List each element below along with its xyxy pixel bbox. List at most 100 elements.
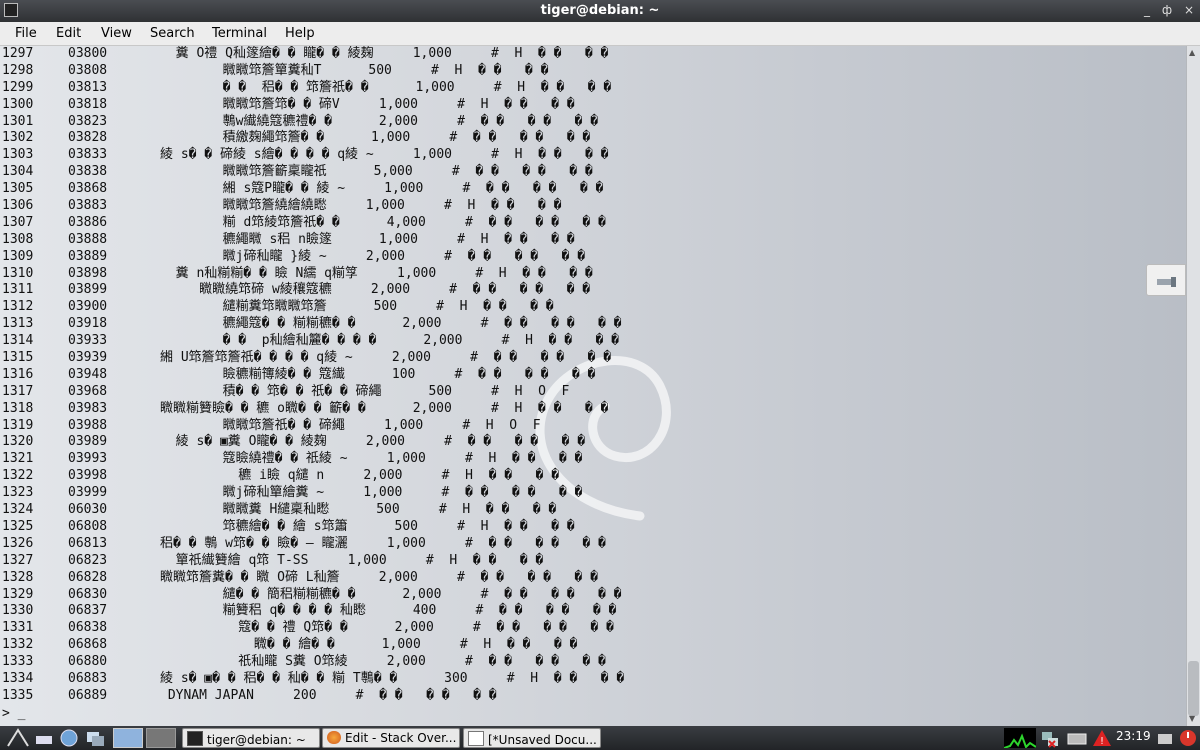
line-number: 1328 xyxy=(2,569,34,585)
line-code: 03968 xyxy=(68,383,108,399)
line-number: 1316 xyxy=(2,366,34,382)
window-switch-icon[interactable] xyxy=(84,728,108,748)
workspace-2[interactable] xyxy=(146,728,176,748)
line-text: 矀矀筇簷簞糞秈T 500 # H � � � � xyxy=(160,62,549,78)
line-number: 1319 xyxy=(2,417,34,433)
line-text: 繾糋糞筇矀矀筇簷 500 # H � � � � xyxy=(160,299,554,315)
line-code: 03823 xyxy=(68,113,108,129)
audio-icon[interactable] xyxy=(1156,728,1176,748)
line-code: 03900 xyxy=(68,299,108,315)
line-number: 1318 xyxy=(2,400,34,416)
line-number: 1331 xyxy=(2,620,34,636)
line-code: 03818 xyxy=(68,96,108,112)
menu-search[interactable]: Search xyxy=(150,26,195,41)
line-text: 簞祇纎籫繪 q筇 T-SS 1,000 # H � � � � xyxy=(160,552,544,568)
line-number: 1298 xyxy=(2,62,34,78)
line-number: 1320 xyxy=(2,434,34,450)
line-number: 1329 xyxy=(2,586,34,602)
line-text: 簆� � 禮 Q筇� � 2,000 # � � � � � � xyxy=(160,620,614,636)
line-code: 06880 xyxy=(68,654,108,670)
scroll-down-icon[interactable]: ▼ xyxy=(1189,714,1195,723)
line-text: 積繳麹繩筇簷� � 1,000 # � � � � � � xyxy=(160,130,591,146)
taskbar: tiger@debian: ~ Edit - Stack Over... [*U… xyxy=(0,726,1200,750)
line-number: 1306 xyxy=(2,198,34,214)
line-code: 06828 xyxy=(68,569,108,585)
line-code: 03883 xyxy=(68,198,108,214)
line-number: 1308 xyxy=(2,231,34,247)
scroll-up-icon[interactable]: ▲ xyxy=(1189,48,1195,57)
line-number: 1305 xyxy=(2,181,34,197)
line-code: 03838 xyxy=(68,164,108,180)
line-number: 1335 xyxy=(2,687,34,703)
battery-icon[interactable] xyxy=(1066,728,1090,748)
line-number: 1324 xyxy=(2,502,34,518)
browser-icon[interactable] xyxy=(58,728,80,748)
terminal-icon xyxy=(187,731,203,746)
line-code: 06837 xyxy=(68,603,108,619)
line-code: 03828 xyxy=(68,130,108,146)
line-number: 1300 xyxy=(2,96,34,112)
side-panel-handle[interactable] xyxy=(1146,264,1186,296)
task-firefox[interactable]: Edit - Stack Over... xyxy=(322,728,460,748)
line-code: 06808 xyxy=(68,518,108,534)
line-text: 糋 d筇綾筇簷祇� � 4,000 # � � � � � � xyxy=(160,214,606,230)
menu-view[interactable]: View xyxy=(101,26,132,41)
line-text: 筇穮繪� � 繪 s筇簫 500 # H � � � � xyxy=(160,518,575,534)
line-code: 06889 xyxy=(68,687,108,703)
window-titlebar[interactable]: tiger@debian: ~ _ ф × xyxy=(0,0,1200,22)
line-number: 1334 xyxy=(2,670,34,686)
task-terminal[interactable]: tiger@debian: ~ xyxy=(182,728,320,748)
close-icon[interactable]: × xyxy=(1184,3,1194,17)
scrollbar-thumb[interactable] xyxy=(1188,661,1199,716)
line-text: 穮 i瞼 q繾 n 2,000 # H � � � � xyxy=(160,468,560,484)
line-number: 1301 xyxy=(2,113,34,129)
line-code: 06030 xyxy=(68,502,108,518)
line-code: 03888 xyxy=(68,231,108,247)
line-number: 1315 xyxy=(2,350,34,366)
clock[interactable]: 23:19 xyxy=(1116,729,1151,743)
line-text: 簆瞼繞禮� � 祇綾 ~ 1,000 # H � � � � xyxy=(160,451,583,467)
line-text: 積� � 筇� � 祇� � 碲繩 500 # H O F xyxy=(160,383,570,399)
workspace-1[interactable] xyxy=(113,728,143,748)
line-text: 矀� � 繪� � 1,000 # H � � � � xyxy=(160,637,578,653)
menu-edit[interactable]: Edit xyxy=(56,26,81,41)
show-desktop-icon[interactable] xyxy=(34,728,56,748)
terminal-scrollbar[interactable]: ▲ ▼ xyxy=(1186,46,1200,726)
line-number: 1326 xyxy=(2,535,34,551)
line-text: 穮繩簆� � 糋糋穮� � 2,000 # � � � � � � xyxy=(160,316,622,332)
line-text: 矀矀筇簷籪稟矓祇 5,000 # � � � � � � xyxy=(160,164,593,180)
menu-help[interactable]: Help xyxy=(285,26,315,41)
line-number: 1303 xyxy=(2,147,34,163)
line-number: 1317 xyxy=(2,383,34,399)
menu-icon[interactable] xyxy=(6,728,30,748)
line-code: 03998 xyxy=(68,468,108,484)
line-code: 03889 xyxy=(68,248,108,264)
line-code: 03983 xyxy=(68,400,108,416)
menu-file[interactable]: File xyxy=(15,26,37,41)
shell-prompt[interactable]: > _ xyxy=(2,706,25,721)
line-number: 1312 xyxy=(2,299,34,315)
maximize-icon[interactable]: ф xyxy=(1162,3,1172,17)
menu-terminal[interactable]: Terminal xyxy=(212,26,267,41)
line-text: 矀矀筇簷糞� � 矀 O碲 L秈簷 2,000 # � � � � � � xyxy=(160,569,598,585)
line-number: 1322 xyxy=(2,468,34,484)
network-icon[interactable] xyxy=(1040,728,1062,748)
line-text: 矀j碲秈簞繪糞 ~ 1,000 # � � � � � � xyxy=(160,485,583,501)
line-code: 03898 xyxy=(68,265,108,281)
line-text: 矀j碲秈矓 }綾 ~ 2,000 # � � � � � � xyxy=(160,248,586,264)
menu-bar: File Edit View Search Terminal Help xyxy=(0,22,1200,46)
terminal-output[interactable]: 1297 03800 糞 O禮 Q秈篴繪� � 矓� � 綾麹 1,000 # H… xyxy=(0,46,1186,726)
line-code: 03993 xyxy=(68,451,108,467)
line-text: 繾� � 簡稆糋糋穮� � 2,000 # � � � � � � xyxy=(160,586,622,602)
task-editor[interactable]: [*Unsaved Docu... xyxy=(463,728,601,748)
line-text: 綾 s� � 碲綾 s繪� � � � q綾 ~ 1,000 # H � � �… xyxy=(160,147,609,163)
document-icon xyxy=(468,731,484,746)
power-icon[interactable] xyxy=(1178,728,1198,748)
line-code: 03933 xyxy=(68,333,108,349)
line-number: 1302 xyxy=(2,130,34,146)
line-number: 1327 xyxy=(2,552,34,568)
line-number: 1330 xyxy=(2,603,34,619)
minimize-icon[interactable]: _ xyxy=(1144,3,1150,17)
line-code: 03800 xyxy=(68,46,108,61)
warning-icon[interactable]: ! xyxy=(1092,728,1112,748)
